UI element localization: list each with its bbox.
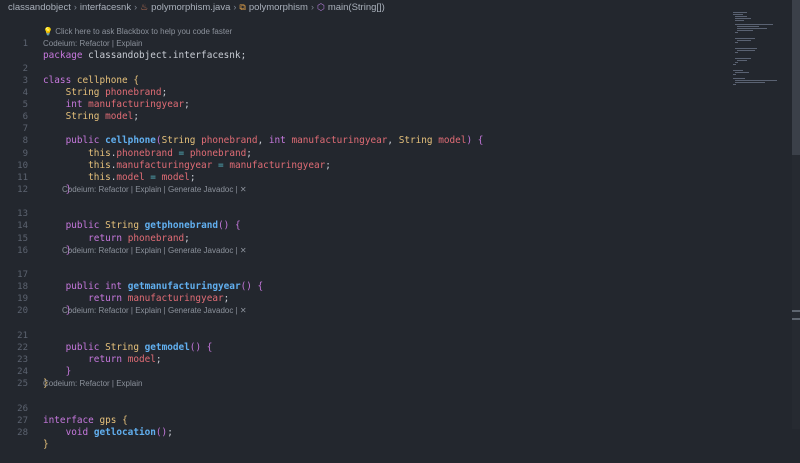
code-line-22: 22 return model; [0,330,792,365]
codeium-codelens[interactable]: Codeium: Refactor | Explain | Generate J… [62,184,247,196]
scrollbar-marker [792,318,800,320]
code-line-27: 27 void getlocation(); [0,403,792,438]
code-line-9: 9 this.manufacturingyear = manufacturing… [0,135,792,171]
code-editor[interactable]: 💡 Click here to ask Blackbox to help you… [0,14,792,450]
blackbox-hint-row: 💡 Click here to ask Blackbox to help you… [0,14,792,36]
minimap[interactable] [731,12,789,92]
method-symbol-icon: ⬡ [316,1,325,12]
chevron-right-icon: › [233,2,237,12]
code-line-16: 16 [0,233,792,256]
code-line-17: 17 public int getmanufacturingyear() { [0,257,792,292]
code-line-15: 15 } [0,220,792,256]
scrollbar-marker [792,310,800,312]
breadcrumb-folder-classandobject[interactable]: classandobject [8,2,71,13]
breadcrumb-folder-interfacesnk[interactable]: interfacesnk [80,2,131,13]
code-line-4: 4 int manufacturingyear; [0,75,792,110]
breadcrumb: classandobject › interfacesnk › ♨ polymo… [0,0,800,14]
vertical-scrollbar[interactable] [792,0,800,429]
class-symbol-icon: ⧉ [239,1,246,12]
code-line-7: 7 public cellphone(String phonebrand, in… [0,111,792,146]
codeium-codelens[interactable]: Codeium: Refactor | Explain [43,38,142,50]
code-line-14: 14 return phonebrand; [0,208,792,243]
code-line-10: 10 this.model = model; [0,148,792,183]
breadcrumb-class[interactable]: polymorphism [249,2,308,13]
code-line-8: 8 this.phonebrand = phonebrand; [0,123,792,158]
chevron-right-icon: › [310,2,314,12]
codeium-codelens[interactable]: Codeium: Refactor | Explain | Generate J… [62,245,247,257]
java-file-icon: ♨ [140,1,149,12]
codeium-codelens[interactable]: Codeium: Refactor | Explain [43,378,142,390]
code-line-21: 21 public String getmodel() { [0,318,792,353]
code-line-28: 28 } [0,415,792,450]
code-line-18: 18 return manufacturingyear; [0,269,792,304]
method-name: getlocation [93,426,156,438]
code-line-19: 19 } [0,281,792,316]
code-line-3: 3 String phonebrand; [0,63,792,98]
chevron-right-icon: › [134,2,138,12]
codeium-codelens[interactable]: Codeium: Refactor | Explain | Generate J… [62,305,247,317]
code-line-24: 24 } [0,354,792,389]
breadcrumb-method[interactable]: main(String[]) [328,2,385,13]
code-line-25: 25 [0,366,792,389]
code-line-1: 1 package classandobject.interfacesnk; [0,26,792,61]
code-line-5: 5 String model; [0,87,792,122]
code-line-2: 2 class cellphone { [0,50,792,86]
code-line-6: 6 [0,99,792,122]
code-line-13: 13 public String getphonebrand() { [0,196,792,231]
code-line-11: 11 } [0,160,792,195]
code-line-12: 12 [0,172,792,195]
code-line-26: 26 interface gps { [0,390,792,426]
code-line-20: 20 [0,293,792,316]
code-line-23: 23 } [0,342,792,377]
breadcrumb-file[interactable]: polymorphism.java [151,2,230,13]
scrollbar-thumb[interactable] [792,0,800,155]
chevron-right-icon: › [73,2,77,12]
